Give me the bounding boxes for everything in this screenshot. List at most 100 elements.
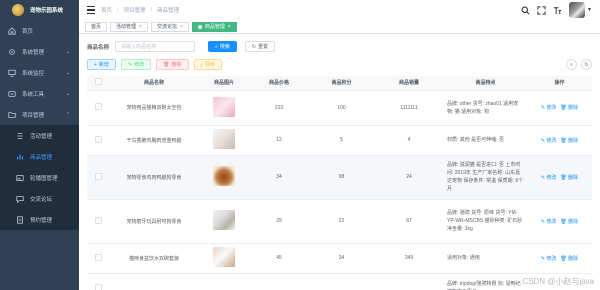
close-icon[interactable]: × bbox=[139, 24, 142, 30]
sidebar-item-home[interactable]: 首页 bbox=[0, 20, 79, 41]
row-edit-link[interactable]: ✎ 修改 bbox=[541, 256, 557, 262]
row-delete-link[interactable]: 🗑 删除 bbox=[560, 256, 578, 262]
select-cell bbox=[87, 155, 109, 200]
edit-button[interactable]: ✎ 修改 bbox=[120, 59, 152, 70]
goods-image[interactable] bbox=[213, 247, 235, 267]
table-row[interactable]: 宠物零食鸡肉鸭腿狗零食 34 98 24 品牌: 滋润猫 是否进口: 否 上市时… bbox=[87, 155, 592, 200]
table-row[interactable]: 品牌: tripdog/驰骋特惠 标: 鼠鸭纪宠物冻干零食 bbox=[87, 273, 592, 290]
tag-activity[interactable]: 活动管理 × bbox=[110, 21, 148, 32]
sidebar-item-booking[interactable]: 预约管理 bbox=[0, 209, 79, 230]
goods-points: 100 bbox=[309, 90, 374, 126]
breadcrumb-home[interactable]: 首页 bbox=[101, 6, 112, 14]
image-icon bbox=[16, 174, 24, 181]
row-delete-label: 删除 bbox=[568, 137, 579, 144]
row-delete-link[interactable]: 🗑 删除 bbox=[560, 105, 578, 111]
app-title: 宠物乐园系统 bbox=[30, 8, 64, 14]
refresh-icon: ↻ bbox=[251, 43, 257, 50]
logo[interactable]: 宠物乐园系统 bbox=[0, 0, 79, 20]
breadcrumb-separator: / bbox=[117, 7, 119, 13]
goods-image[interactable] bbox=[213, 129, 235, 149]
tool-icon bbox=[8, 90, 16, 97]
goods-price: 12 bbox=[249, 125, 309, 156]
goods-name: 宠物用品猫粮双碗太空包 bbox=[109, 90, 199, 126]
row-checkbox[interactable] bbox=[94, 103, 102, 110]
row-checkbox[interactable] bbox=[94, 172, 102, 180]
goods-points: 98 bbox=[309, 155, 374, 200]
table-row[interactable]: 宠物用品猫粮双碗太空包 213 100 1111111 品牌: other 货号… bbox=[87, 90, 592, 126]
sidebar-item-forum[interactable]: 交流论坛 bbox=[0, 188, 79, 209]
sidebar-item-project[interactable]: 项目管理 ⌃ bbox=[0, 104, 79, 125]
close-icon[interactable]: × bbox=[180, 24, 183, 30]
edit-button-label: 修改 bbox=[134, 62, 145, 68]
add-button[interactable]: + 新增 bbox=[87, 59, 116, 70]
row-delete-link[interactable]: 🗑 删除 bbox=[560, 219, 578, 225]
export-button[interactable]: ⤓ 导出 bbox=[193, 59, 222, 70]
table-row[interactable]: 干鸟香脆鸡胸肉增重鸭腿 12 5 4 材质: 其他 是否可伸缩: 否 ✎ 修改 🗑… bbox=[87, 125, 592, 156]
tag-forum[interactable]: 交流论坛 × bbox=[150, 21, 189, 32]
fullscreen-icon[interactable] bbox=[536, 5, 547, 16]
row-checkbox[interactable] bbox=[94, 253, 102, 261]
sidebar: 宠物乐园系统 首页 系统管理 ⌄ 系统监控 ⌄ 系统工具 ⌄ 项目管理 ⌃ 活动… bbox=[0, 0, 79, 290]
row-checkbox[interactable] bbox=[94, 135, 102, 143]
sidebar-item-tools[interactable]: 系统工具 ⌄ bbox=[0, 83, 79, 104]
table-row[interactable]: 宠物磨牙玩具耐咬狗零食 29 22 67 品牌: 驰骋 货号: 原味 货号: Y… bbox=[87, 199, 592, 244]
row-delete-label: 删除 bbox=[568, 174, 579, 181]
close-icon[interactable]: × bbox=[228, 24, 231, 30]
goods-image-cell bbox=[199, 90, 249, 126]
goods-image[interactable] bbox=[213, 210, 235, 230]
search-button[interactable]: ⌕ 搜索 bbox=[208, 41, 237, 52]
tag-goods[interactable]: 商品管理 × bbox=[191, 21, 237, 32]
toggle-search-icon[interactable]: ⌕ bbox=[566, 59, 577, 70]
goods-points: 5 bbox=[309, 125, 374, 156]
row-checkbox[interactable] bbox=[94, 283, 102, 290]
goods-feature: 品牌: other 货号: zhao01 适用宠物: 猫 适用对象: 狗 bbox=[444, 90, 527, 126]
goods-name: 干鸟香脆鸡胸肉增重鸭腿 bbox=[109, 125, 199, 156]
breadcrumb-project[interactable]: 项目管理 bbox=[124, 6, 146, 14]
chevron-down-icon: ⌄ bbox=[65, 69, 70, 76]
sidebar-item-activity[interactable]: 活动管理 bbox=[0, 125, 79, 146]
sidebar-item-goods[interactable]: 商品管理 bbox=[0, 146, 79, 167]
refresh-icon[interactable]: ↻ bbox=[581, 59, 592, 70]
caret-down-icon[interactable]: ▼ bbox=[587, 7, 592, 13]
goods-table: 商品名称 商品图片 商品价格 商品积分 商品销量 商品特点 操作 宠物用品猫粮双… bbox=[87, 76, 592, 290]
goods-feature: 品牌: 驰骋 货号: 原味 货号: YM-YP-WR-MSCBS 猫砂种类: 矿… bbox=[444, 199, 527, 244]
ops-cell: ✎ 修改 🗑 删除 bbox=[527, 90, 592, 126]
export-button-label: 导出 bbox=[204, 62, 215, 68]
avatar[interactable] bbox=[569, 2, 586, 18]
goods-image-cell bbox=[199, 199, 249, 244]
list-icon bbox=[17, 132, 23, 139]
row-edit-link[interactable]: ✎ 修改 bbox=[541, 175, 557, 181]
select-all-checkbox[interactable] bbox=[94, 78, 102, 86]
sidebar-item-system[interactable]: 系统管理 ⌄ bbox=[0, 41, 79, 62]
action-toolbar: + 新增 ✎ 修改 🗑 删除 ⤓ 导出 bbox=[87, 59, 227, 70]
menu-toggle-icon[interactable] bbox=[87, 6, 95, 14]
chat-icon bbox=[16, 195, 24, 203]
tag-home[interactable]: 首页 bbox=[85, 21, 108, 32]
sidebar-item-carousel[interactable]: 轮播图管理 bbox=[0, 167, 79, 188]
goods-image[interactable] bbox=[213, 166, 235, 186]
row-edit-link[interactable]: ✎ 修改 bbox=[541, 138, 557, 144]
search-input[interactable] bbox=[115, 41, 196, 52]
row-checkbox[interactable] bbox=[94, 216, 102, 224]
reset-button[interactable]: ↻ 重置 bbox=[244, 41, 276, 52]
table-row[interactable]: 猫咪食盆饮水双碗套装 45 34 349 适用对象: 通用 ✎ 修改 🗑 删除 bbox=[87, 243, 592, 274]
table-header-row: 商品名称 商品图片 商品价格 商品积分 商品销量 商品特点 操作 bbox=[87, 76, 592, 91]
column-header: 商品销量 bbox=[374, 76, 444, 91]
goods-image[interactable] bbox=[213, 96, 235, 117]
goods-sales: 349 bbox=[374, 243, 444, 274]
sidebar-item-monitor[interactable]: 系统监控 ⌄ bbox=[0, 62, 79, 83]
row-edit-link[interactable]: ✎ 修改 bbox=[541, 105, 557, 111]
tags-view: 首页 活动管理 × 交流论坛 × 商品管理 × bbox=[79, 20, 600, 34]
goods-feature: 材质: 其他 是否可伸缩: 否 bbox=[444, 125, 527, 156]
row-edit-link[interactable]: ✎ 修改 bbox=[541, 219, 557, 225]
column-header: 商品积分 bbox=[309, 76, 374, 91]
row-delete-label: 删除 bbox=[568, 218, 579, 225]
delete-button[interactable]: 🗑 删除 bbox=[156, 59, 189, 70]
search-icon[interactable] bbox=[520, 5, 531, 16]
row-delete-link[interactable]: 🗑 删除 bbox=[560, 175, 578, 181]
row-delete-link[interactable]: 🗑 删除 bbox=[560, 138, 578, 144]
font-size-icon[interactable] bbox=[552, 5, 563, 16]
document-icon bbox=[17, 215, 23, 224]
goods-price: 213 bbox=[249, 90, 309, 126]
main-content: 商品名称 ⌕搜索 ↻重置 +新增 ✎修改 🗑删除 ⤓导出 ⌕ ↻ 商品名称 商品… bbox=[79, 34, 600, 290]
